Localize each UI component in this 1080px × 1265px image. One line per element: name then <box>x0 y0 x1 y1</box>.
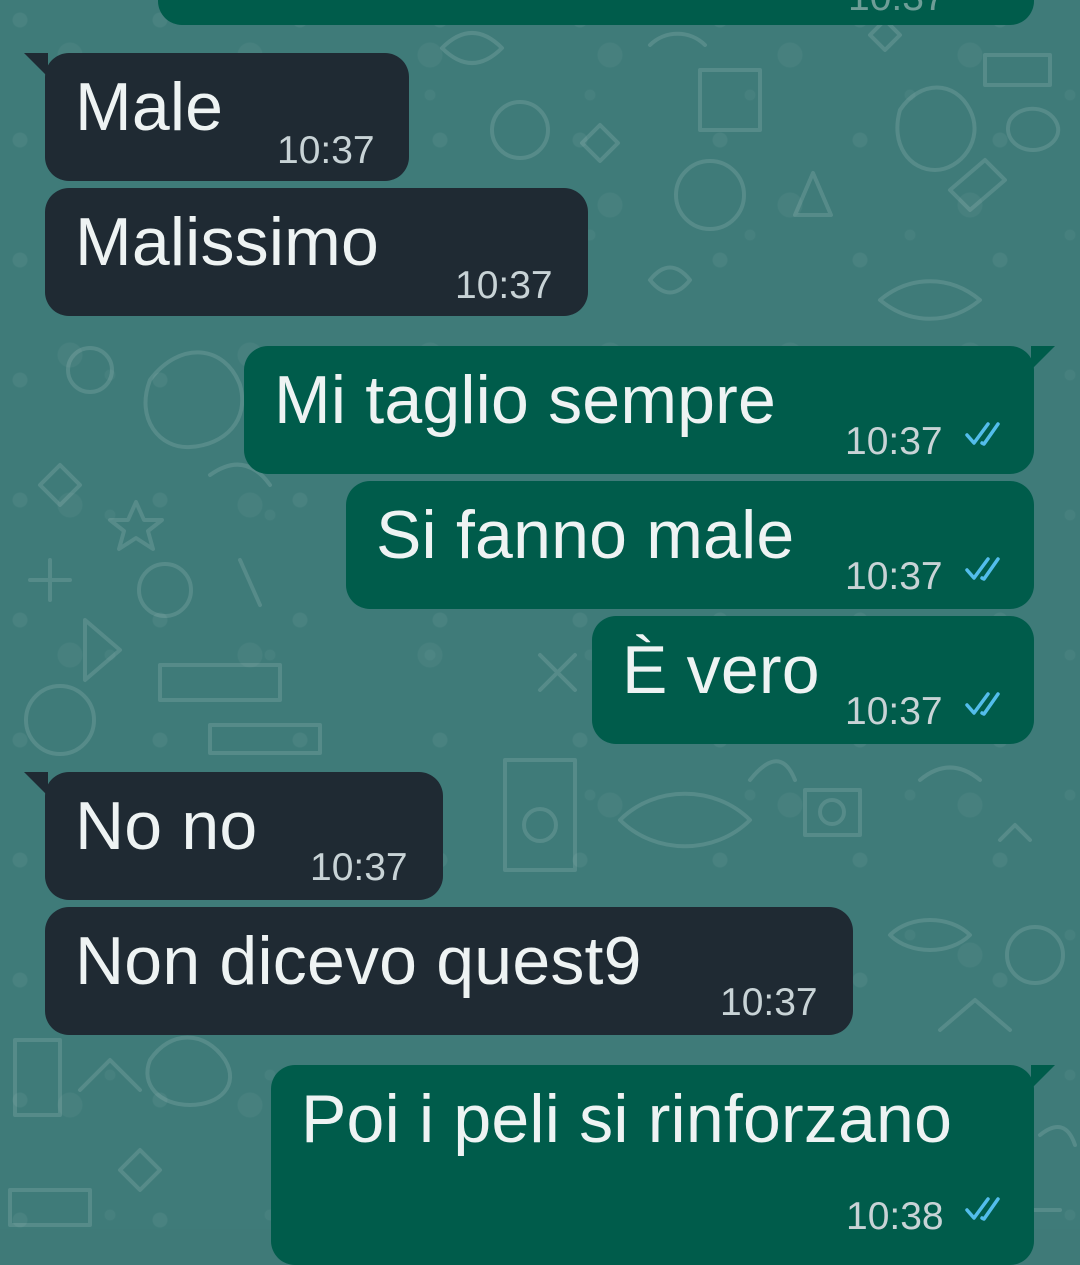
message-time: 10:37 <box>310 846 408 889</box>
incoming-message[interactable]: Male 10:37 <box>24 53 409 181</box>
message-time: 10:37 <box>720 981 818 1024</box>
outgoing-message-partial[interactable]: 10:37 <box>158 0 1034 25</box>
message-time: 10:37 <box>455 264 553 307</box>
wallpaper-doodles <box>8 18 1077 1227</box>
double-check-read-icon <box>964 1195 1010 1223</box>
chat-wallpaper <box>0 0 1080 1229</box>
outgoing-message[interactable]: Mi taglio sempre 10:37 <box>244 346 1055 474</box>
message-time: 10:37 <box>845 555 943 598</box>
message-time: 10:37 <box>845 690 943 733</box>
double-check-read-icon <box>964 690 1010 718</box>
message-text: Malissimo <box>75 204 380 280</box>
double-check-read-icon <box>964 420 1010 448</box>
message-time: 10:38 <box>846 1195 944 1238</box>
message-time: 10:37 <box>845 420 943 463</box>
message-time: 10:37 <box>848 0 946 20</box>
message-text: Male <box>75 69 224 145</box>
message-text: Mi taglio sempre <box>274 362 777 438</box>
message-text: Poi i peli si rinforzano <box>301 1081 953 1157</box>
outgoing-message[interactable]: È vero 10:37 <box>592 616 1034 744</box>
message-text: Si fanno male <box>376 497 795 573</box>
message-time: 10:37 <box>277 129 375 172</box>
incoming-message[interactable]: Malissimo 10:37 <box>45 188 588 316</box>
message-text: È vero <box>622 632 820 708</box>
double-check-read-icon <box>964 555 1010 583</box>
double-check-read-icon <box>954 0 1000 2</box>
incoming-message[interactable]: No no 10:37 <box>24 772 443 900</box>
message-text: Non dicevo quest9 <box>75 923 642 999</box>
message-text: No no <box>75 788 258 864</box>
incoming-message[interactable]: Non dicevo quest9 10:37 <box>45 907 853 1035</box>
outgoing-message[interactable]: Poi i peli si rinforzano 10:38 <box>271 1065 1055 1265</box>
outgoing-message[interactable]: Si fanno male 10:37 <box>346 481 1034 609</box>
